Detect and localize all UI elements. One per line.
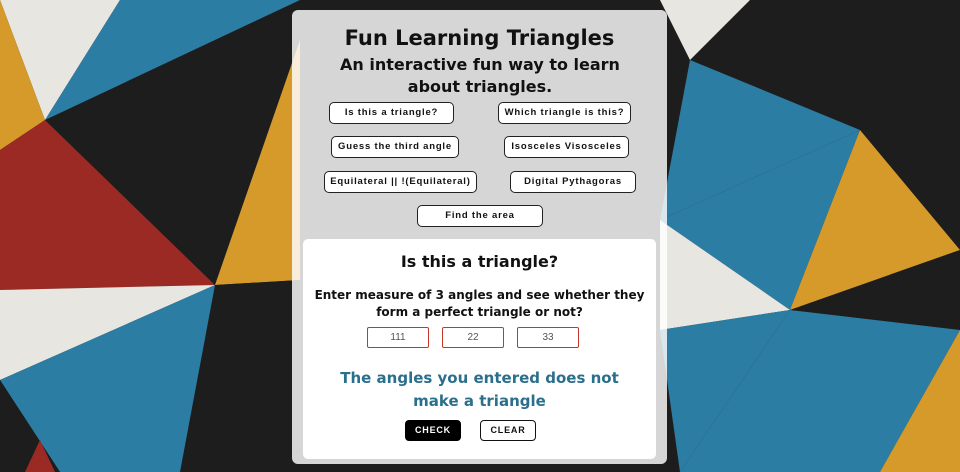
nav-button-pythagoras[interactable]: Digital Pythagoras xyxy=(510,171,636,193)
nav-button-equilateral[interactable]: Equilateral || !(Equilateral) xyxy=(324,171,477,193)
nav-button-third-angle[interactable]: Guess the third angle xyxy=(331,136,459,158)
angle-input-3[interactable] xyxy=(517,327,579,348)
angle-input-2[interactable] xyxy=(442,327,504,348)
angle-input-1[interactable] xyxy=(367,327,429,348)
nav-button-area[interactable]: Find the area xyxy=(417,205,543,227)
result-message: The angles you entered does not make a t… xyxy=(340,369,619,410)
nav-button-which-triangle[interactable]: Which triangle is this? xyxy=(498,102,631,124)
page-title: Fun Learning Triangles xyxy=(344,26,615,50)
clear-button[interactable]: CLEAR xyxy=(480,420,536,441)
panel-title: Is this a triangle? xyxy=(400,252,559,271)
panel-instruction: Enter measure of 3 angles and see whethe… xyxy=(314,288,645,319)
nav-button-is-triangle[interactable]: Is this a triangle? xyxy=(329,102,454,124)
page-subtitle: An interactive fun way to learn about tr… xyxy=(340,55,620,96)
nav-button-isosceles[interactable]: Isosceles Visosceles xyxy=(504,136,629,158)
triangle-check-panel: Is this a triangle? Enter measure of 3 a… xyxy=(303,239,656,459)
check-button[interactable]: CHECK xyxy=(405,420,461,441)
